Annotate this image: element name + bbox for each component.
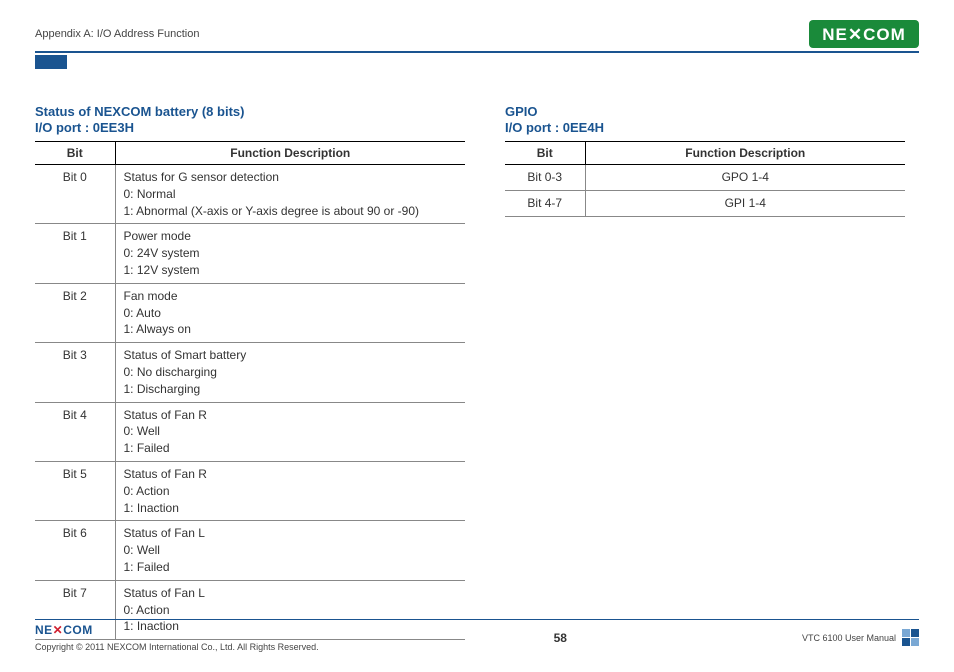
table-row: Bit 3Status of Smart battery 0: No disch… <box>35 343 465 402</box>
page-number: 58 <box>554 631 567 645</box>
page-footer: NE✕COM Copyright © 2011 NEXCOM Internati… <box>35 619 919 652</box>
desc-cell: Status for G sensor detection 0: Normal … <box>115 165 465 224</box>
desc-cell: Status of Smart battery 0: No dischargin… <box>115 343 465 402</box>
copyright-text: Copyright © 2011 NEXCOM International Co… <box>35 642 319 652</box>
bit-cell: Bit 0-3 <box>505 165 585 191</box>
blue-accent-bar <box>35 55 67 69</box>
right-subtitle: I/O port : 0EE4H <box>505 120 905 135</box>
footer-nexcom-logo: NE✕COM <box>35 623 319 638</box>
bit-cell: Bit 0 <box>35 165 115 224</box>
table-row: Bit 0-3GPO 1-4 <box>505 165 905 191</box>
page-header: Appendix A: I/O Address Function NE✕COM <box>35 20 919 53</box>
gpio-table: Bit Function Description Bit 0-3GPO 1-4B… <box>505 141 905 217</box>
bit-cell: Bit 1 <box>35 224 115 283</box>
table-row: Bit 0Status for G sensor detection 0: No… <box>35 165 465 224</box>
manual-name: VTC 6100 User Manual <box>802 633 896 643</box>
header-title: Appendix A: I/O Address Function <box>35 28 199 40</box>
table-row: Bit 4Status of Fan R 0: Well 1: Failed <box>35 402 465 461</box>
desc-cell: Status of Fan L 0: Well 1: Failed <box>115 521 465 580</box>
left-column: Status of NEXCOM battery (8 bits) I/O po… <box>35 104 465 640</box>
bit-cell: Bit 3 <box>35 343 115 402</box>
bit-cell: Bit 4 <box>35 402 115 461</box>
left-subtitle: I/O port : 0EE3H <box>35 120 465 135</box>
col-desc-header: Function Description <box>115 142 465 165</box>
nexcom-logo: NE✕COM <box>809 20 919 48</box>
table-row: Bit 6Status of Fan L 0: Well 1: Failed <box>35 521 465 580</box>
battery-status-table: Bit Function Description Bit 0Status for… <box>35 141 465 640</box>
table-row: Bit 2Fan mode 0: Auto 1: Always on <box>35 283 465 342</box>
table-row: Bit 4-7GPI 1-4 <box>505 190 905 216</box>
desc-cell: Status of Fan R 0: Well 1: Failed <box>115 402 465 461</box>
desc-cell: GPO 1-4 <box>585 165 905 191</box>
desc-cell: GPI 1-4 <box>585 190 905 216</box>
desc-cell: Status of Fan R 0: Action 1: Inaction <box>115 461 465 520</box>
col-desc-header: Function Description <box>585 142 905 165</box>
col-bit-header: Bit <box>505 142 585 165</box>
col-bit-header: Bit <box>35 142 115 165</box>
left-title: Status of NEXCOM battery (8 bits) <box>35 104 465 119</box>
svg-text:NE✕COM: NE✕COM <box>822 25 906 44</box>
table-row: Bit 1Power mode 0: 24V system 1: 12V sys… <box>35 224 465 283</box>
bit-cell: Bit 4-7 <box>505 190 585 216</box>
bit-cell: Bit 6 <box>35 521 115 580</box>
table-row: Bit 5Status of Fan R 0: Action 1: Inacti… <box>35 461 465 520</box>
footer-squares-icon <box>902 629 919 646</box>
right-title: GPIO <box>505 104 905 119</box>
bit-cell: Bit 5 <box>35 461 115 520</box>
desc-cell: Fan mode 0: Auto 1: Always on <box>115 283 465 342</box>
main-content: Status of NEXCOM battery (8 bits) I/O po… <box>35 104 919 640</box>
desc-cell: Power mode 0: 24V system 1: 12V system <box>115 224 465 283</box>
bit-cell: Bit 2 <box>35 283 115 342</box>
right-column: GPIO I/O port : 0EE4H Bit Function Descr… <box>505 104 905 640</box>
svg-text:NE✕COM: NE✕COM <box>35 623 93 636</box>
